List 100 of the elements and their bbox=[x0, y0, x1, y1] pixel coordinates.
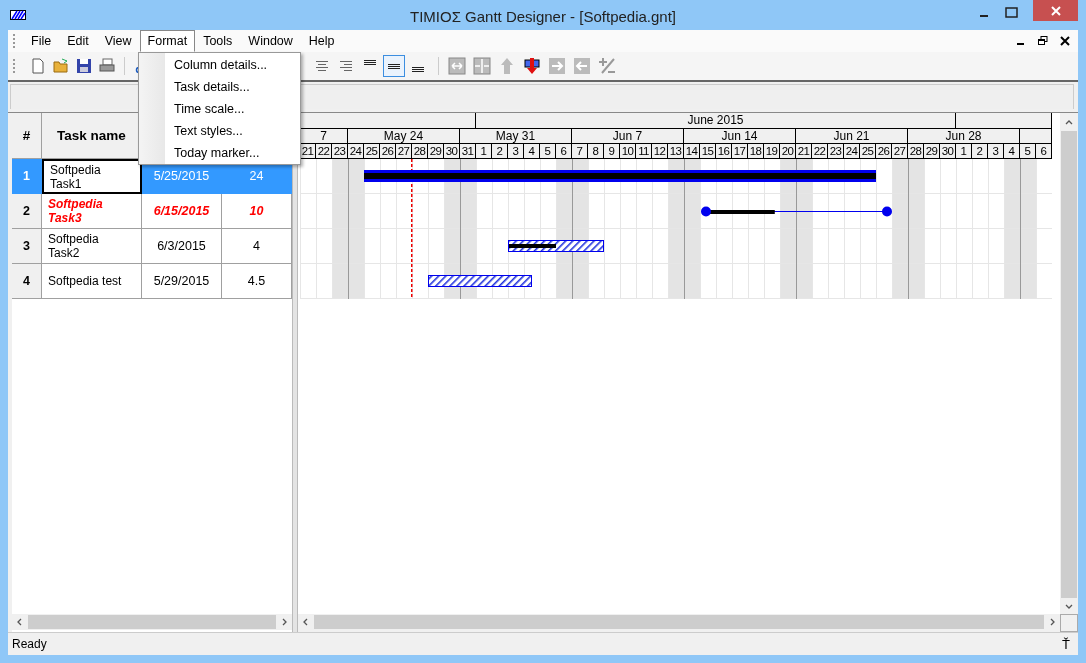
week-header: Jun 14 bbox=[684, 129, 796, 143]
day-header: 31 bbox=[460, 144, 476, 158]
day-header: 30 bbox=[444, 144, 460, 158]
day-header: 29 bbox=[428, 144, 444, 158]
window-title: ΤΙΜΙΟΣ Gantt Designer - [Softpedia.gnt] bbox=[409, 6, 677, 25]
menu-item[interactable]: Tools bbox=[195, 30, 241, 52]
day-header: 3 bbox=[988, 144, 1004, 158]
menu-item[interactable]: Time scale... bbox=[165, 98, 268, 120]
scrollbar-thumb[interactable] bbox=[314, 615, 1044, 629]
day-header: 6 bbox=[556, 144, 572, 158]
day-header: 7 bbox=[572, 144, 588, 158]
menu-item[interactable]: File bbox=[23, 30, 60, 52]
endpoint-dot[interactable] bbox=[882, 206, 892, 217]
day-header: 20 bbox=[780, 144, 796, 158]
lines-icon bbox=[364, 60, 376, 65]
row-number[interactable]: 3 bbox=[12, 229, 42, 264]
lines-icon bbox=[388, 63, 400, 69]
menu-item[interactable]: Text styles... bbox=[165, 120, 268, 142]
menu-item[interactable]: Format bbox=[139, 30, 196, 52]
menu-item[interactable]: Task details... bbox=[165, 76, 268, 98]
app-icon bbox=[10, 10, 26, 20]
day-header: 18 bbox=[748, 144, 764, 158]
endpoint-dot[interactable] bbox=[701, 206, 711, 217]
row-number[interactable]: 4 bbox=[12, 264, 42, 299]
day-header: 4 bbox=[1004, 144, 1020, 158]
day-header: 6 bbox=[1036, 144, 1052, 158]
scroll-left-icon[interactable] bbox=[16, 618, 24, 626]
scroll-down-icon[interactable] bbox=[1065, 602, 1073, 610]
table-cell: Softpedia Task2 bbox=[42, 229, 142, 264]
folder-icon[interactable] bbox=[53, 58, 69, 74]
menu-item[interactable]: View bbox=[96, 30, 140, 52]
scrollbar-thumb[interactable] bbox=[1061, 131, 1077, 598]
menu-item[interactable]: Edit bbox=[59, 30, 97, 52]
close-icon bbox=[1049, 4, 1062, 17]
maximize-icon[interactable] bbox=[1005, 7, 1019, 19]
day-header: 15 bbox=[700, 144, 716, 158]
day-header: 28 bbox=[412, 144, 428, 158]
day-header: 21 bbox=[796, 144, 812, 158]
column-header: # bbox=[12, 113, 42, 159]
day-header: 1 bbox=[476, 144, 492, 158]
scroll-right-icon[interactable] bbox=[280, 618, 288, 626]
lines-icon bbox=[340, 61, 352, 71]
task-bar[interactable] bbox=[508, 240, 604, 252]
day-header: 24 bbox=[348, 144, 364, 158]
day-header: 11 bbox=[636, 144, 652, 158]
scrollbar-thumb[interactable] bbox=[28, 615, 276, 629]
scroll-up-icon[interactable] bbox=[1065, 119, 1073, 127]
menu-item[interactable]: Window bbox=[240, 30, 301, 52]
align-button[interactable] bbox=[383, 55, 405, 77]
week-header: Jun 28 bbox=[908, 129, 1020, 143]
day-header: 9 bbox=[604, 144, 620, 158]
task-bar[interactable] bbox=[428, 275, 532, 287]
scroll-left-icon[interactable] bbox=[302, 618, 310, 626]
week-header: Jun 21 bbox=[796, 129, 908, 143]
month-header: June 2015 bbox=[476, 113, 956, 128]
day-header: 5 bbox=[1020, 144, 1036, 158]
status-indicator: Ť bbox=[1062, 636, 1070, 652]
day-header: 23 bbox=[828, 144, 844, 158]
save-icon[interactable] bbox=[76, 58, 92, 74]
task-bar[interactable] bbox=[701, 206, 892, 217]
day-header: 3 bbox=[508, 144, 524, 158]
down-arrow-icon[interactable] bbox=[523, 57, 541, 75]
day-header: 10 bbox=[620, 144, 636, 158]
day-header: 22 bbox=[812, 144, 828, 158]
day-header: 25 bbox=[860, 144, 876, 158]
day-header: 26 bbox=[876, 144, 892, 158]
day-header: 16 bbox=[716, 144, 732, 158]
day-header: 14 bbox=[684, 144, 700, 158]
day-header: 30 bbox=[940, 144, 956, 158]
week-header: May 24 bbox=[348, 129, 460, 143]
new-file-icon[interactable] bbox=[30, 58, 46, 74]
menu-item[interactable]: Column details... bbox=[165, 54, 268, 76]
close-button[interactable] bbox=[1033, 0, 1078, 21]
day-header: 24 bbox=[844, 144, 860, 158]
split-columns-icon[interactable] bbox=[448, 57, 466, 75]
day-header: 26 bbox=[380, 144, 396, 158]
printer-icon[interactable] bbox=[99, 58, 115, 74]
day-header: 25 bbox=[364, 144, 380, 158]
status-text: Ready bbox=[12, 637, 47, 651]
lines-icon bbox=[412, 67, 424, 72]
day-header: 22 bbox=[316, 144, 332, 158]
table-cell: 5/29/2015 bbox=[142, 264, 222, 299]
day-header: 13 bbox=[668, 144, 684, 158]
table-cell: Softpedia Task1 bbox=[42, 159, 142, 194]
day-header: 19 bbox=[764, 144, 780, 158]
day-header: 5 bbox=[540, 144, 556, 158]
week-header: May 31 bbox=[460, 129, 572, 143]
plus-minus-icon[interactable] bbox=[598, 57, 616, 75]
day-header: 27 bbox=[892, 144, 908, 158]
row-number[interactable]: 2 bbox=[12, 194, 42, 229]
close-icon[interactable] bbox=[1060, 36, 1070, 46]
day-header: 27 bbox=[396, 144, 412, 158]
restore-icon[interactable] bbox=[1038, 36, 1048, 46]
day-header: 12 bbox=[652, 144, 668, 158]
scroll-right-icon[interactable] bbox=[1048, 618, 1056, 626]
table-cell: Softpedia Task3 bbox=[42, 194, 142, 229]
day-header: 1 bbox=[956, 144, 972, 158]
day-header: 4 bbox=[524, 144, 540, 158]
menu-item[interactable]: Help bbox=[300, 30, 343, 52]
day-header: 28 bbox=[908, 144, 924, 158]
